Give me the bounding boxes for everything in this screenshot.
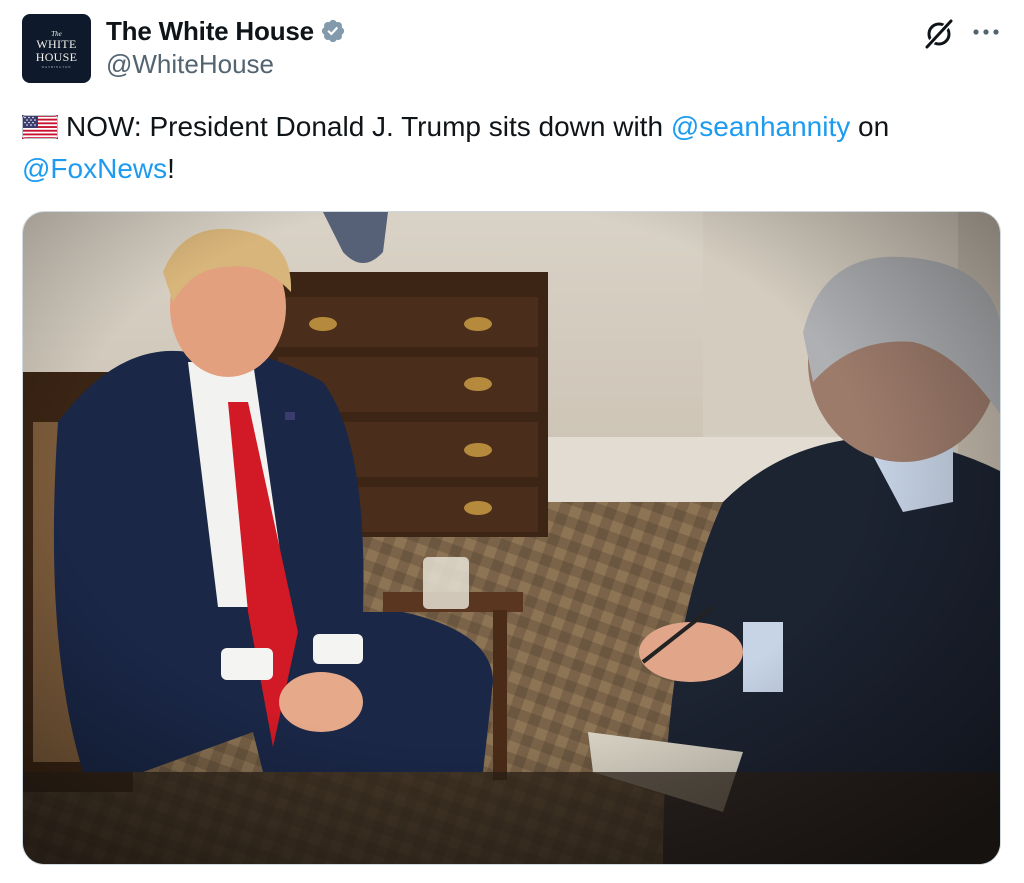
interview-photo [23,212,1000,864]
avatar-text-white: WHITE [36,36,77,51]
grok-icon[interactable] [922,17,956,51]
avatar-text-house: HOUSE [35,49,78,64]
tweet-text-mid: on [850,111,890,142]
mention-foxnews-link[interactable]: @FoxNews [22,153,167,184]
author-name-row: The White House [106,13,346,49]
avatar[interactable]: The WHITE HOUSE WASHINGTON [22,14,91,83]
more-options-icon[interactable] [968,20,1004,44]
tweet-text-end: ! [167,153,175,184]
avatar-text-washington: WASHINGTON [41,64,72,69]
tweet-text-lead: NOW: President Donald J. Trump sits down… [66,111,671,142]
mention-seanhannity-link[interactable]: @seanhannity [671,111,850,142]
author-handle[interactable]: @WhiteHouse [106,49,274,80]
tweet-photo[interactable] [22,211,1001,865]
us-flag-icon [22,109,58,139]
author-display-name[interactable]: The White House [106,16,314,47]
tweet-card: The WHITE HOUSE WASHINGTON The White Hou… [0,0,1024,883]
verified-badge-icon [320,18,346,44]
tweet-text: NOW: President Donald J. Trump sits down… [22,106,992,190]
